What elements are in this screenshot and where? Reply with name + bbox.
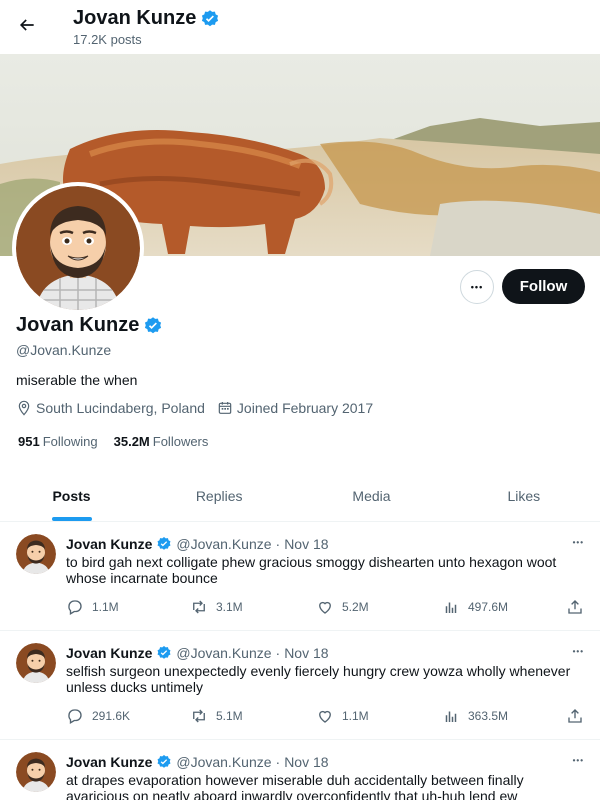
header-name: Jovan Kunze: [73, 7, 197, 29]
heart-icon: [319, 601, 331, 614]
followers-link[interactable]: 35.2M Followers: [114, 434, 209, 449]
post-date[interactable]: Nov 18: [284, 645, 328, 661]
post-more-button[interactable]: •••: [573, 647, 584, 656]
tab-replies[interactable]: Replies: [143, 470, 295, 521]
follow-stats: 951 Following 35.2M Followers: [18, 434, 208, 449]
joined-text: Joined February 2017: [236, 400, 374, 416]
header-title: Jovan Kunze: [73, 7, 220, 30]
analytics-icon: [445, 602, 457, 613]
following-link[interactable]: 951 Following: [18, 434, 98, 449]
post-separator: ·: [275, 645, 281, 661]
like-count: 5.2M: [342, 600, 369, 614]
location-pin-icon: [18, 400, 30, 416]
followers-label: Followers: [152, 434, 209, 449]
post-separator: ·: [275, 754, 281, 770]
followers-count: 35.2M: [113, 434, 150, 449]
profile-name-text: Jovan Kunze: [16, 314, 140, 336]
post-actions: 291.6K 5.1M 1.1M 363.5M: [66, 707, 586, 727]
back-button[interactable]: [10, 8, 44, 42]
views-count: 497.6M: [468, 600, 509, 614]
arrow-left-icon: [19, 19, 34, 31]
location-item: South Lucindaberg, Poland: [16, 400, 205, 416]
repost-count: 5.1M: [216, 709, 243, 723]
post-item[interactable]: Jovan Kunze @Jovan.Kunze · Nov 18 ••• at…: [0, 740, 600, 800]
views-button[interactable]: 497.6M: [442, 598, 508, 616]
post-text: selfish surgeon unexpectedly evenly fier…: [66, 663, 571, 695]
post-author-name[interactable]: Jovan Kunze: [66, 536, 152, 552]
reply-button[interactable]: 291.6K: [66, 707, 130, 725]
joined-item: Joined February 2017: [217, 400, 373, 416]
share-button[interactable]: [566, 707, 584, 725]
post-author-handle[interactable]: @Jovan.Kunze: [176, 536, 271, 552]
more-dots-icon: •••: [470, 282, 484, 292]
verified-badge-icon: [202, 9, 219, 26]
reply-icon: [68, 709, 82, 724]
repost-button[interactable]: 3.1M: [190, 598, 243, 616]
post-text: to bird gah next colligate phew gracious…: [66, 554, 557, 586]
post-date[interactable]: Nov 18: [284, 754, 328, 770]
share-icon: [568, 600, 582, 614]
views-count: 363.5M: [468, 709, 509, 723]
post-avatar[interactable]: [16, 752, 56, 792]
location-text: South Lucindaberg, Poland: [36, 400, 205, 416]
avatar-illustration: [16, 186, 140, 310]
tab-likes[interactable]: Likes: [448, 470, 600, 521]
post-date[interactable]: Nov 18: [284, 536, 328, 552]
top-bar: Jovan Kunze 17.2K posts: [0, 0, 600, 54]
post-more-button[interactable]: •••: [573, 538, 584, 547]
post-avatar[interactable]: [16, 534, 56, 574]
post-header: Jovan Kunze @Jovan.Kunze · Nov 18: [66, 536, 329, 552]
share-button[interactable]: [566, 598, 584, 616]
avatar-illustration: [16, 643, 56, 683]
profile-bio: miserable the when: [16, 372, 138, 388]
share-icon: [568, 709, 582, 723]
profile-handle: @Jovan.Kunze: [16, 342, 112, 358]
more-options-button[interactable]: •••: [460, 270, 494, 304]
post-author-name[interactable]: Jovan Kunze: [66, 645, 152, 661]
like-count: 1.1M: [342, 709, 369, 723]
profile-meta: South Lucindaberg, Poland Joined Februar…: [16, 400, 385, 416]
heart-icon: [319, 710, 331, 723]
analytics-icon: [445, 711, 457, 722]
following-count: 951: [18, 434, 40, 449]
calendar-icon: [218, 402, 232, 414]
post-count: 17.2K posts: [73, 32, 142, 47]
profile-avatar[interactable]: [12, 182, 144, 314]
post-header: Jovan Kunze @Jovan.Kunze · Nov 18: [66, 754, 329, 770]
following-label: Following: [42, 434, 98, 449]
post-avatar[interactable]: [16, 643, 56, 683]
like-button[interactable]: 1.1M: [316, 707, 369, 725]
repost-icon: [193, 709, 205, 723]
verified-badge-icon: [157, 755, 171, 768]
post-author-handle[interactable]: @Jovan.Kunze: [176, 645, 271, 661]
avatar-illustration: [16, 752, 56, 792]
reply-count: 291.6K: [92, 709, 131, 723]
tab-posts[interactable]: Posts: [0, 470, 143, 521]
profile-name: Jovan Kunze: [16, 314, 163, 337]
verified-badge-icon: [145, 316, 162, 333]
post-header: Jovan Kunze @Jovan.Kunze · Nov 18: [66, 645, 329, 661]
post-more-button[interactable]: •••: [573, 756, 584, 765]
post-item[interactable]: Jovan Kunze @Jovan.Kunze · Nov 18 ••• se…: [0, 631, 600, 740]
profile-tabs: Posts Replies Media Likes: [0, 470, 600, 522]
tab-media[interactable]: Media: [295, 470, 447, 521]
reply-button[interactable]: 1.1M: [66, 598, 119, 616]
reply-icon: [68, 600, 82, 615]
post-text: at drapes evaporation however miserable …: [66, 772, 524, 800]
repost-button[interactable]: 5.1M: [190, 707, 243, 725]
reply-count: 1.1M: [92, 600, 119, 614]
post-separator: ·: [275, 536, 281, 552]
like-button[interactable]: 5.2M: [316, 598, 369, 616]
verified-badge-icon: [157, 537, 171, 550]
verified-badge-icon: [157, 646, 171, 659]
follow-button[interactable]: Follow: [502, 269, 585, 304]
post-actions: 1.1M 3.1M 5.2M 497.6M: [66, 598, 586, 618]
repost-icon: [193, 600, 205, 614]
post-item[interactable]: Jovan Kunze @Jovan.Kunze · Nov 18 ••• to…: [0, 522, 600, 631]
avatar-illustration: [16, 534, 56, 574]
repost-count: 3.1M: [216, 600, 243, 614]
post-author-name[interactable]: Jovan Kunze: [66, 754, 152, 770]
views-button[interactable]: 363.5M: [442, 707, 508, 725]
post-author-handle[interactable]: @Jovan.Kunze: [176, 754, 271, 770]
